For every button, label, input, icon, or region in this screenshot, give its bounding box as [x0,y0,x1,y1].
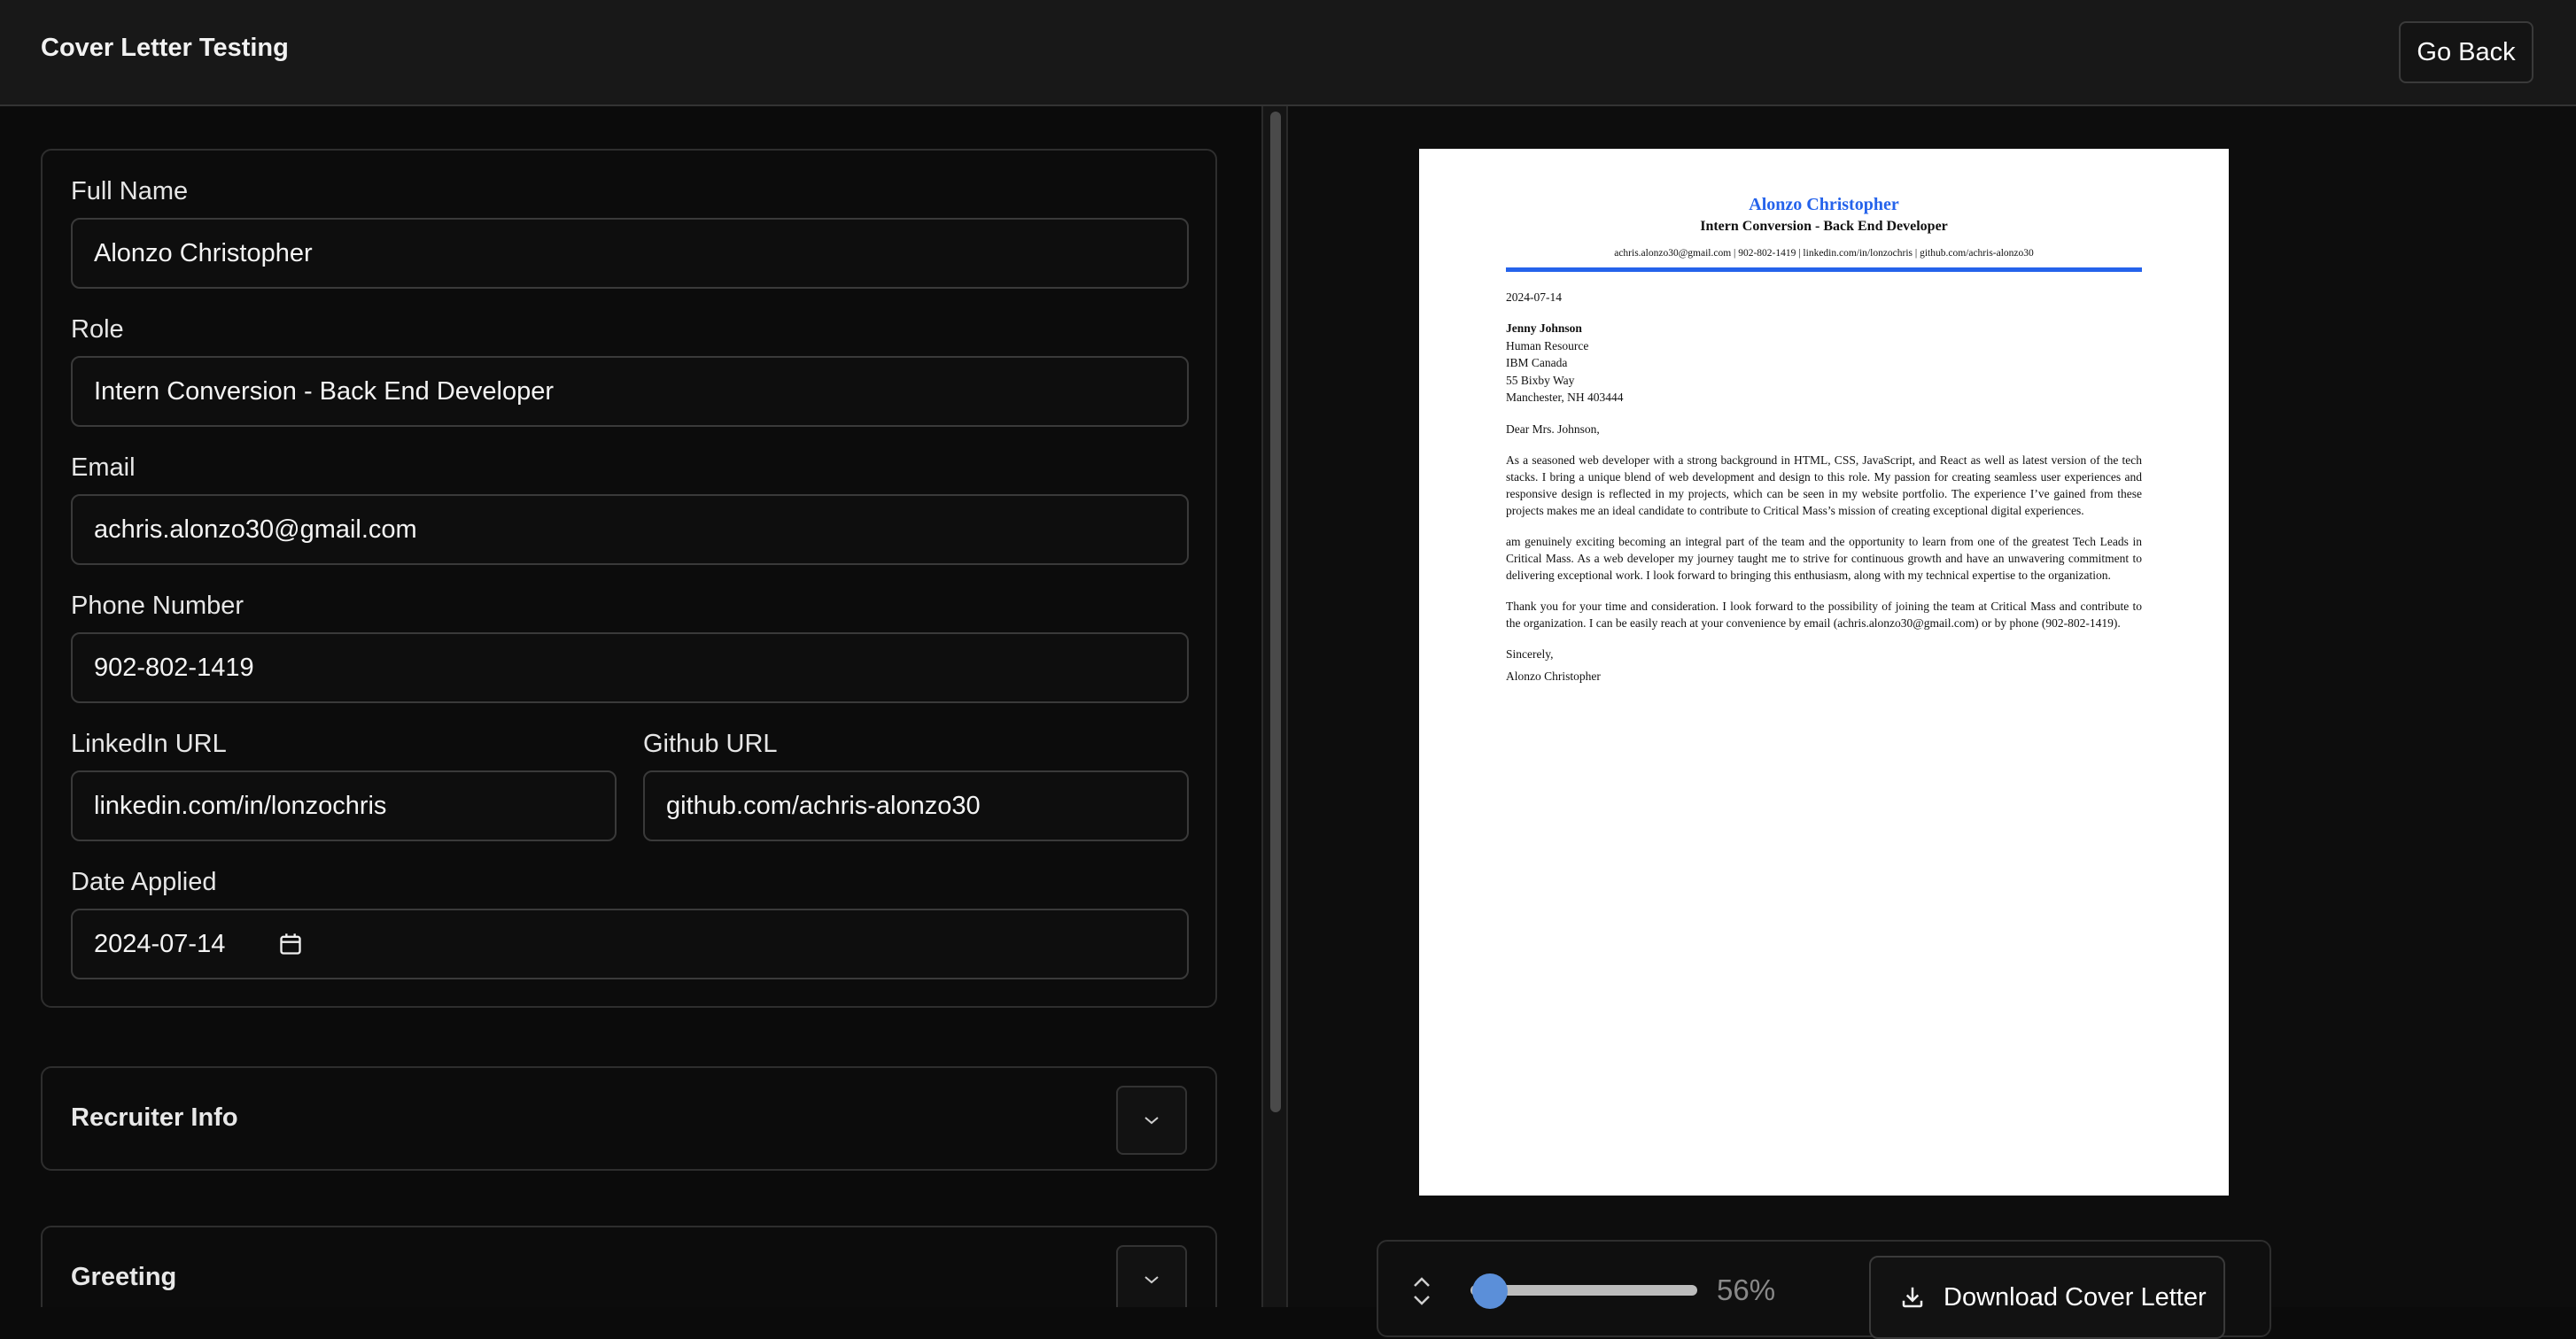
go-back-button[interactable]: Go Back [2399,21,2533,83]
recipient-company: IBM Canada [1506,356,1568,369]
phone-input[interactable]: 902-802-1419 [71,632,1189,703]
date-input[interactable]: 2024-07-14 [71,909,1189,979]
letter-signature: Alonzo Christopher [1506,669,1601,683]
preview-pane: Alonzo Christopher Intern Conversion - B… [1288,106,2576,1339]
github-label: Github URL [643,730,778,758]
date-label: Date Applied [71,868,217,896]
recipient-city: Manchester, NH 403444 [1506,391,1624,404]
form-pane: Full Name Alonzo Christopher Role Intern… [0,106,1261,1307]
greeting-title: Greeting [71,1263,177,1291]
form-scrollbar[interactable] [1261,106,1288,1307]
recipient-name: Jenny Johnson [1506,321,1582,335]
role-label: Role [71,315,124,344]
letter-date: 2024-07-14 [1506,290,1562,304]
zoom-slider-thumb[interactable] [1472,1273,1508,1309]
letter-paragraph-1: As a seasoned web developer with a stron… [1506,453,2142,517]
recruiter-info-toggle[interactable] [1116,1086,1187,1155]
expand-vertical-icon[interactable] [1410,1273,1433,1309]
role-input[interactable]: Intern Conversion - Back End Developer [71,356,1189,427]
preview-contact: achris.alonzo30@gmail.com | 902-802-1419… [1614,248,2034,259]
linkedin-input[interactable]: linkedin.com/in/lonzochris [71,770,617,841]
recruiter-info-section[interactable]: Recruiter Info [41,1066,1217,1171]
header-divider [1506,267,2142,272]
email-label: Email [71,453,136,482]
letter-closing: Sincerely, [1506,646,1554,661]
personal-info-card: Full Name Alonzo Christopher Role Intern… [41,149,1217,1008]
scrollbar-thumb[interactable] [1270,112,1281,1112]
letter-paragraph-2: am genuinely exciting becoming an integr… [1506,534,2142,582]
greeting-toggle[interactable] [1116,1245,1187,1307]
preview-role: Intern Conversion - Back End Developer [1700,219,1948,234]
github-input[interactable]: github.com/achris-alonzo30 [643,770,1189,841]
date-value: 2024-07-14 [94,929,226,958]
calendar-icon[interactable] [278,932,303,956]
zoom-percentage: 56% [1717,1273,1776,1306]
cover-letter-preview: Alonzo Christopher Intern Conversion - B… [1419,149,2229,1196]
chevron-down-icon [1144,1276,1159,1284]
recipient-street: 55 Bixby Way [1506,373,1575,387]
app-title: Cover Letter Testing [41,34,289,62]
linkedin-label: LinkedIn URL [71,730,227,758]
recipient-dept: Human Resource [1506,338,1589,352]
preview-toolbar: 56% Download Cover Letter [1377,1240,2271,1339]
phone-label: Phone Number [71,592,244,620]
letter-body: 2024-07-14 Jenny Johnson Human Resource … [1506,289,2142,699]
download-cover-letter-button[interactable]: Download Cover Letter [1869,1256,2225,1339]
full-name-label: Full Name [71,177,189,205]
preview-name: Alonzo Christopher [1749,195,1899,214]
email-input[interactable]: achris.alonzo30@gmail.com [71,494,1189,565]
full-name-input[interactable]: Alonzo Christopher [71,218,1189,289]
letter-greeting: Dear Mrs. Johnson, [1506,422,1600,436]
chevron-down-icon [1144,1117,1159,1125]
greeting-section[interactable]: Greeting [41,1226,1217,1307]
recruiter-info-title: Recruiter Info [71,1103,238,1132]
download-label: Download Cover Letter [1944,1282,2207,1312]
letter-paragraph-3: Thank you for your time and consideratio… [1506,599,2142,630]
top-bar: Cover Letter Testing Go Back [0,0,2576,106]
recipient-address: Jenny Johnson Human Resource IBM Canada … [1506,320,2142,406]
